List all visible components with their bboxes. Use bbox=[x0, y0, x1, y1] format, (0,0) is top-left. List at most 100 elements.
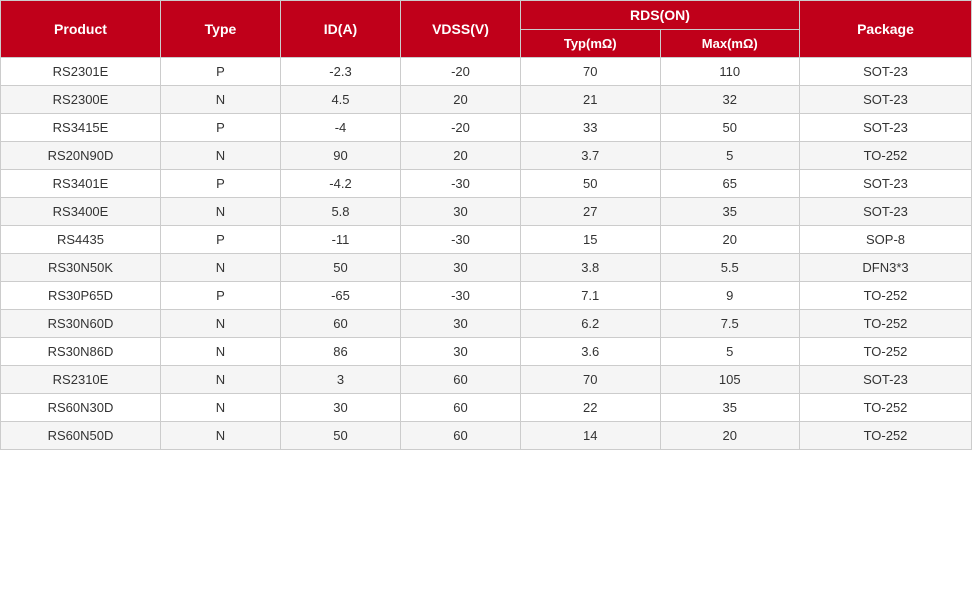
cell-vdss: 60 bbox=[401, 394, 521, 422]
cell-vdss: -20 bbox=[401, 58, 521, 86]
cell-id: -4 bbox=[281, 114, 401, 142]
cell-max: 5 bbox=[660, 142, 800, 170]
cell-max: 65 bbox=[660, 170, 800, 198]
header-max: Max(mΩ) bbox=[660, 30, 800, 58]
cell-product: RS30N60D bbox=[1, 310, 161, 338]
header-id: ID(A) bbox=[281, 1, 401, 58]
cell-package: TO-252 bbox=[800, 310, 972, 338]
cell-vdss: -30 bbox=[401, 170, 521, 198]
table-row: RS2310EN36070105SOT-23 bbox=[1, 366, 972, 394]
cell-vdss: -30 bbox=[401, 226, 521, 254]
cell-typ: 70 bbox=[521, 366, 661, 394]
cell-type: N bbox=[161, 198, 281, 226]
cell-id: 90 bbox=[281, 142, 401, 170]
cell-vdss: 30 bbox=[401, 198, 521, 226]
cell-product: RS30N86D bbox=[1, 338, 161, 366]
cell-package: SOP-8 bbox=[800, 226, 972, 254]
cell-product: RS30N50K bbox=[1, 254, 161, 282]
header-rds: RDS(ON) bbox=[521, 1, 800, 30]
cell-typ: 70 bbox=[521, 58, 661, 86]
cell-type: N bbox=[161, 338, 281, 366]
cell-type: P bbox=[161, 282, 281, 310]
cell-product: RS2301E bbox=[1, 58, 161, 86]
cell-typ: 50 bbox=[521, 170, 661, 198]
cell-typ: 33 bbox=[521, 114, 661, 142]
header-package: Package bbox=[800, 1, 972, 58]
cell-max: 32 bbox=[660, 86, 800, 114]
cell-id: 5.8 bbox=[281, 198, 401, 226]
cell-typ: 3.7 bbox=[521, 142, 661, 170]
cell-max: 20 bbox=[660, 422, 800, 450]
cell-product: RS20N90D bbox=[1, 142, 161, 170]
cell-vdss: 20 bbox=[401, 142, 521, 170]
cell-id: 30 bbox=[281, 394, 401, 422]
header-typ: Typ(mΩ) bbox=[521, 30, 661, 58]
cell-vdss: -30 bbox=[401, 282, 521, 310]
cell-product: RS4435 bbox=[1, 226, 161, 254]
cell-typ: 6.2 bbox=[521, 310, 661, 338]
cell-product: RS2310E bbox=[1, 366, 161, 394]
main-header-row: Product Type ID(A) VDSS(V) RDS(ON) Packa… bbox=[1, 1, 972, 30]
cell-product: RS3400E bbox=[1, 198, 161, 226]
cell-id: 4.5 bbox=[281, 86, 401, 114]
table-row: RS30P65DP-65-307.19TO-252 bbox=[1, 282, 972, 310]
cell-type: P bbox=[161, 114, 281, 142]
cell-max: 110 bbox=[660, 58, 800, 86]
cell-max: 35 bbox=[660, 394, 800, 422]
cell-type: N bbox=[161, 366, 281, 394]
table-row: RS2300EN4.5202132SOT-23 bbox=[1, 86, 972, 114]
cell-type: N bbox=[161, 394, 281, 422]
cell-product: RS60N50D bbox=[1, 422, 161, 450]
cell-id: 50 bbox=[281, 422, 401, 450]
cell-max: 35 bbox=[660, 198, 800, 226]
cell-id: -2.3 bbox=[281, 58, 401, 86]
cell-typ: 22 bbox=[521, 394, 661, 422]
cell-max: 105 bbox=[660, 366, 800, 394]
cell-typ: 14 bbox=[521, 422, 661, 450]
cell-max: 9 bbox=[660, 282, 800, 310]
cell-package: SOT-23 bbox=[800, 86, 972, 114]
cell-product: RS3401E bbox=[1, 170, 161, 198]
cell-type: N bbox=[161, 422, 281, 450]
cell-type: P bbox=[161, 170, 281, 198]
cell-id: -65 bbox=[281, 282, 401, 310]
cell-type: N bbox=[161, 254, 281, 282]
cell-package: SOT-23 bbox=[800, 366, 972, 394]
cell-package: DFN3*3 bbox=[800, 254, 972, 282]
cell-typ: 15 bbox=[521, 226, 661, 254]
table-row: RS3415EP-4-203350SOT-23 bbox=[1, 114, 972, 142]
cell-max: 50 bbox=[660, 114, 800, 142]
table-body: RS2301EP-2.3-2070110SOT-23RS2300EN4.5202… bbox=[1, 58, 972, 450]
cell-max: 5.5 bbox=[660, 254, 800, 282]
table-row: RS30N50KN50303.85.5DFN3*3 bbox=[1, 254, 972, 282]
cell-vdss: 20 bbox=[401, 86, 521, 114]
cell-typ: 3.8 bbox=[521, 254, 661, 282]
cell-type: N bbox=[161, 86, 281, 114]
table-row: RS3400EN5.8302735SOT-23 bbox=[1, 198, 972, 226]
cell-id: 50 bbox=[281, 254, 401, 282]
cell-package: TO-252 bbox=[800, 282, 972, 310]
table-row: RS2301EP-2.3-2070110SOT-23 bbox=[1, 58, 972, 86]
cell-vdss: -20 bbox=[401, 114, 521, 142]
cell-id: -4.2 bbox=[281, 170, 401, 198]
table-row: RS30N60DN60306.27.5TO-252 bbox=[1, 310, 972, 338]
cell-vdss: 60 bbox=[401, 366, 521, 394]
cell-package: SOT-23 bbox=[800, 114, 972, 142]
cell-typ: 21 bbox=[521, 86, 661, 114]
cell-vdss: 60 bbox=[401, 422, 521, 450]
cell-package: TO-252 bbox=[800, 422, 972, 450]
cell-type: N bbox=[161, 142, 281, 170]
cell-package: SOT-23 bbox=[800, 198, 972, 226]
cell-product: RS3415E bbox=[1, 114, 161, 142]
cell-typ: 7.1 bbox=[521, 282, 661, 310]
header-vdss: VDSS(V) bbox=[401, 1, 521, 58]
cell-product: RS60N30D bbox=[1, 394, 161, 422]
cell-vdss: 30 bbox=[401, 310, 521, 338]
cell-type: N bbox=[161, 310, 281, 338]
header-product: Product bbox=[1, 1, 161, 58]
cell-product: RS2300E bbox=[1, 86, 161, 114]
table-row: RS4435P-11-301520SOP-8 bbox=[1, 226, 972, 254]
cell-vdss: 30 bbox=[401, 254, 521, 282]
table-row: RS20N90DN90203.75TO-252 bbox=[1, 142, 972, 170]
cell-package: TO-252 bbox=[800, 338, 972, 366]
